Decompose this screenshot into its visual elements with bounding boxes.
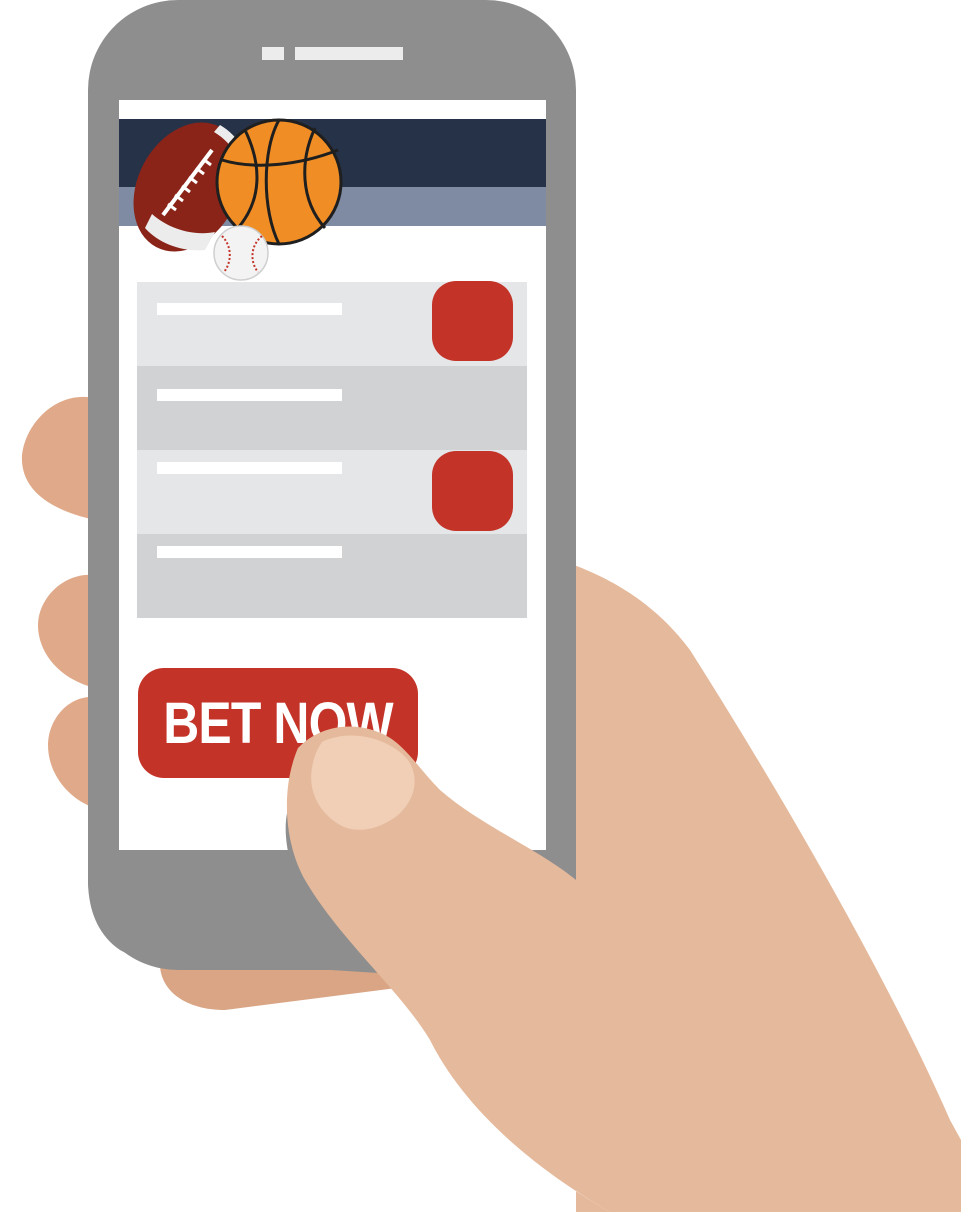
list-item-placeholder-text xyxy=(157,462,342,474)
list-item[interactable] xyxy=(137,534,527,618)
bet-now-button[interactable]: BET NOW xyxy=(158,668,399,778)
speaker-grille xyxy=(295,47,403,60)
list-item[interactable] xyxy=(137,281,527,366)
finger-ring xyxy=(48,696,95,808)
baseball-icon xyxy=(213,225,269,281)
speaker-dot xyxy=(262,47,284,60)
list-item-placeholder-text xyxy=(157,389,342,401)
phone-scene xyxy=(21,0,961,1212)
finger-index xyxy=(21,396,96,520)
illustration: e e ns xyxy=(0,0,961,1212)
finger-middle xyxy=(38,574,95,688)
list-item[interactable] xyxy=(137,366,527,450)
list-item-badge[interactable] xyxy=(432,451,513,531)
list-item-placeholder-text xyxy=(157,303,342,315)
list-item[interactable] xyxy=(137,450,527,534)
list-item-badge[interactable] xyxy=(432,281,513,361)
list-item-placeholder-text xyxy=(157,546,342,558)
basketball-icon xyxy=(215,118,343,246)
